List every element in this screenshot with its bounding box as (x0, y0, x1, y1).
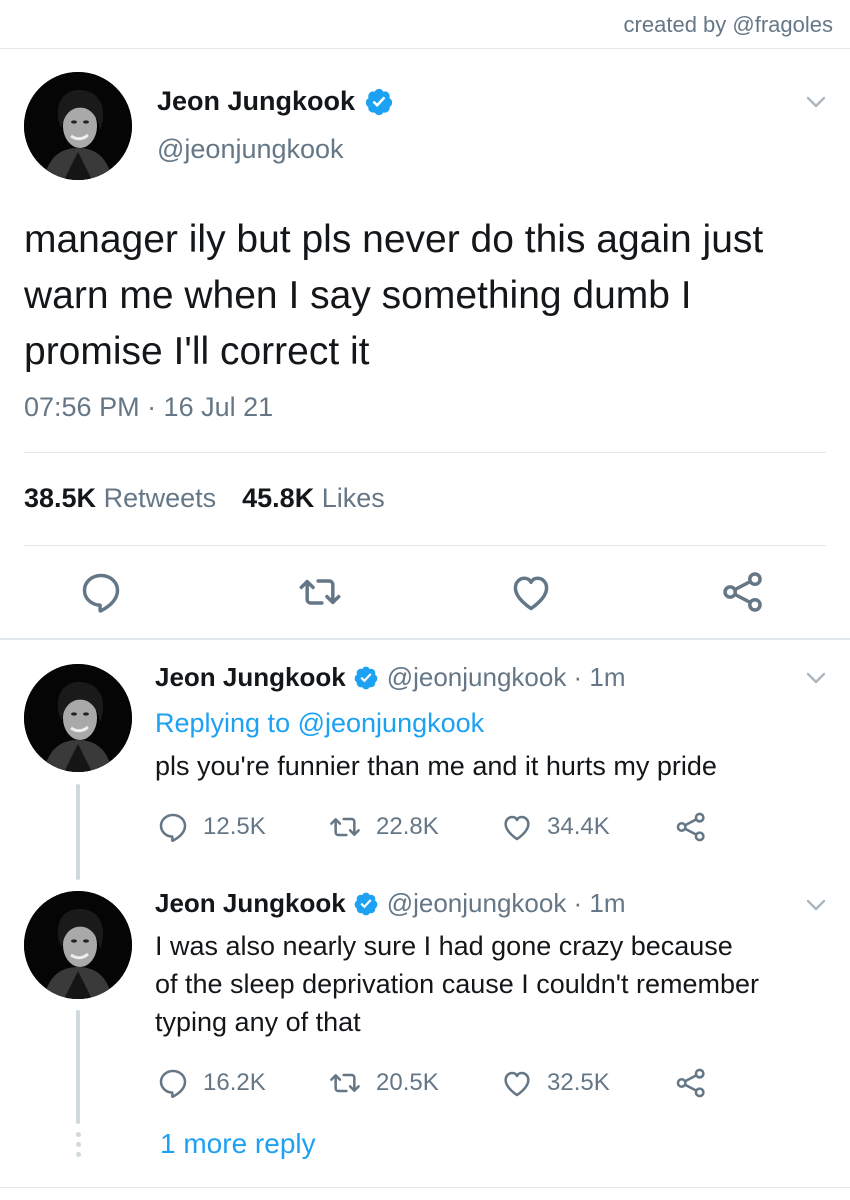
reply-handle-time[interactable]: @jeonjungkook · 1m (387, 888, 626, 919)
retweet-button[interactable]: 22.8K (328, 811, 501, 843)
reply-actions: 16.2K 20.5K 32.5K (157, 1065, 721, 1101)
reply-button[interactable]: 16.2K (157, 1067, 328, 1099)
retweet-count: 22.8K (376, 813, 439, 840)
reply-count: 16.2K (203, 1069, 266, 1096)
divider (24, 545, 826, 546)
like-icon[interactable] (501, 811, 533, 843)
like-icon[interactable] (509, 570, 553, 614)
verified-badge-icon (353, 665, 379, 691)
section-separator (0, 638, 850, 640)
reply-icon[interactable] (157, 811, 189, 843)
share-button[interactable] (675, 1067, 721, 1099)
like-count: 32.5K (547, 1069, 610, 1096)
chevron-down-icon[interactable] (806, 898, 826, 912)
divider (24, 452, 826, 453)
avatar[interactable] (24, 72, 132, 180)
reply-text-line: of the sleep deprivation cause I couldn'… (155, 969, 759, 999)
reply-icon[interactable] (79, 570, 123, 614)
share-icon[interactable] (675, 811, 707, 843)
share-icon[interactable] (721, 570, 765, 614)
like-count: 34.4K (547, 813, 610, 840)
verified-badge-icon (353, 891, 379, 917)
tweet-stats: 38.5K Retweets 45.8K Likes (24, 483, 385, 514)
likes-label: Likes (321, 483, 385, 513)
reply-author-name[interactable]: Jeon Jungkook (155, 662, 346, 693)
reply-header: Jeon Jungkook @jeonjungkook · 1m (155, 662, 626, 693)
thread-line (76, 784, 80, 880)
like-button[interactable]: 32.5K (501, 1067, 675, 1099)
thread-line (76, 1010, 80, 1124)
replying-to-handle[interactable]: @jeonjungkook (298, 708, 485, 738)
author-name[interactable]: Jeon Jungkook (157, 86, 394, 117)
likes-stat[interactable]: 45.8K Likes (242, 483, 385, 514)
tweet-text: manager ily but pls never do this again … (24, 218, 764, 373)
retweets-stat[interactable]: 38.5K Retweets (24, 483, 216, 514)
retweet-icon[interactable] (298, 570, 342, 614)
author-handle[interactable]: @jeonjungkook (157, 134, 344, 165)
bottom-divider (0, 1187, 850, 1188)
likes-count: 45.8K (242, 483, 315, 513)
retweet-count: 20.5K (376, 1069, 439, 1096)
replying-to: Replying to @jeonjungkook (155, 704, 835, 742)
author-name-text[interactable]: Jeon Jungkook (157, 86, 355, 117)
reply-actions: 12.5K 22.8K 34.4K (157, 809, 721, 845)
more-replies-link[interactable]: 1 more reply (160, 1128, 316, 1160)
verified-badge-icon (364, 87, 394, 117)
thread-dots (73, 1132, 83, 1162)
retweet-button[interactable]: 20.5K (328, 1067, 501, 1099)
reply-count: 12.5K (203, 813, 266, 840)
retweets-count: 38.5K (24, 483, 97, 513)
retweet-icon[interactable] (328, 811, 362, 843)
reply-text-line: typing any of that (155, 1007, 361, 1037)
retweet-icon[interactable] (328, 1067, 362, 1099)
reply-author-name[interactable]: Jeon Jungkook (155, 888, 346, 919)
avatar[interactable] (24, 891, 132, 999)
like-icon[interactable] (501, 1067, 533, 1099)
share-button[interactable] (675, 811, 721, 843)
chevron-down-icon[interactable] (806, 671, 826, 685)
reply-header: Jeon Jungkook @jeonjungkook · 1m (155, 888, 626, 919)
reply-text-line: I was also nearly sure I had gone crazy … (155, 931, 733, 961)
like-button[interactable]: 34.4K (501, 811, 675, 843)
tweet-timestamp[interactable]: 07:56 PM · 16 Jul 21 (24, 392, 273, 423)
credit-label: created by @fragoles (623, 12, 833, 37)
top-divider (0, 48, 850, 49)
replying-to-prefix: Replying to (155, 708, 298, 738)
reply-button[interactable]: 12.5K (157, 811, 328, 843)
reply-icon[interactable] (157, 1067, 189, 1099)
chevron-down-icon[interactable] (806, 95, 826, 109)
avatar[interactable] (24, 664, 132, 772)
reply-text: pls you're funnier than me and it hurts … (155, 751, 717, 781)
share-icon[interactable] (675, 1067, 707, 1099)
reply-handle-time[interactable]: @jeonjungkook · 1m (387, 662, 626, 693)
retweets-label: Retweets (103, 483, 217, 513)
